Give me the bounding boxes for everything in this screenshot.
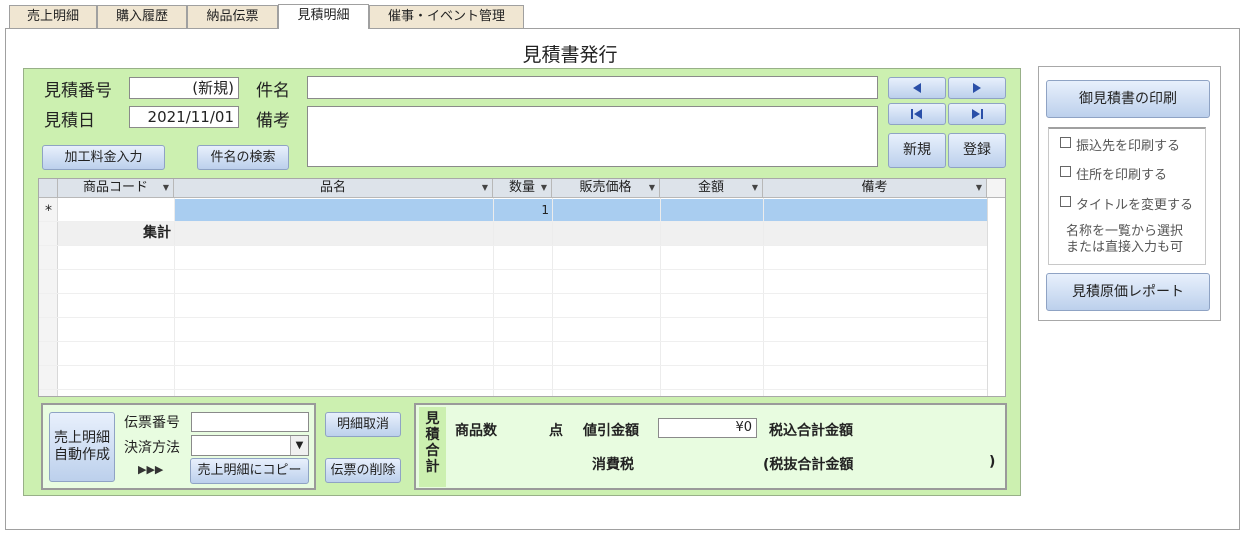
- subject-search-button[interactable]: 件名の検索: [197, 145, 289, 170]
- form-title: 見積書発行: [522, 44, 618, 66]
- slip-no-label: 伝票番号: [124, 415, 180, 431]
- tab-quote-detail[interactable]: 見積明細: [278, 4, 369, 29]
- register-button[interactable]: 登録: [948, 133, 1006, 168]
- triangle-left-icon: [913, 83, 921, 93]
- last-record-icon: [972, 109, 983, 119]
- column-label: 金額: [697, 180, 724, 195]
- first-record-button[interactable]: [888, 103, 946, 125]
- discount-label: 値引金額: [583, 423, 639, 439]
- change-title-label: タイトルを変更する: [1076, 198, 1194, 213]
- table-row-new[interactable]: [174, 199, 987, 221]
- subject-label: 件名: [256, 81, 290, 101]
- total-excl-tax-close: ): [989, 454, 996, 470]
- print-transfer-checkbox[interactable]: [1060, 137, 1071, 148]
- column-header-sale-price[interactable]: 販売価格 ▼: [552, 179, 660, 198]
- prev-record-button[interactable]: [888, 77, 946, 99]
- print-quote-button[interactable]: 御見積書の印刷: [1046, 80, 1210, 118]
- remarks-label: 備考: [256, 111, 290, 131]
- consumption-tax-label: 消費税: [592, 457, 634, 473]
- vertical-char: 見: [425, 411, 440, 427]
- slip-no-field[interactable]: [191, 412, 309, 432]
- vertical-char: 合: [425, 443, 440, 459]
- column-header-product-code[interactable]: 商品コード ▼: [58, 179, 174, 198]
- new-row-marker: *: [45, 203, 52, 219]
- quote-date-field[interactable]: 2021/11/01: [129, 106, 239, 128]
- change-title-checkbox[interactable]: [1060, 196, 1071, 207]
- arrows-indicator: ▶▶▶: [138, 463, 164, 476]
- tab-sales-detail[interactable]: 売上明細: [9, 5, 97, 28]
- item-count-unit: 点: [549, 423, 563, 439]
- column-label: 備考: [861, 180, 888, 195]
- print-address-checkbox[interactable]: [1060, 166, 1071, 177]
- chevron-down-icon: ▼: [481, 183, 488, 192]
- print-transfer-label: 振込先を印刷する: [1076, 139, 1181, 154]
- column-label: 商品コード: [82, 180, 148, 195]
- column-label: 数量: [508, 180, 535, 195]
- first-record-icon: [911, 109, 922, 119]
- tab-delivery-slip[interactable]: 納品伝票: [187, 5, 278, 28]
- cancel-detail-button[interactable]: 明細取消: [325, 412, 401, 437]
- cost-report-button[interactable]: 見積原価レポート: [1046, 273, 1210, 311]
- discount-amount-field[interactable]: ¥0: [658, 418, 757, 438]
- last-record-button[interactable]: [948, 103, 1006, 125]
- vertical-char: 積: [425, 427, 440, 443]
- vertical-char: 計: [425, 459, 440, 475]
- payment-method-select[interactable]: ▼: [191, 435, 309, 456]
- button-label-line1: 売上明細: [54, 430, 110, 446]
- column-header-quantity[interactable]: 数量 ▼: [493, 179, 552, 198]
- chevron-down-icon: ▼: [648, 183, 655, 192]
- column-label: 販売価格: [579, 180, 632, 195]
- note-line2: または直接入力も可: [1066, 240, 1184, 255]
- delete-slip-button[interactable]: 伝票の削除: [325, 458, 401, 483]
- button-label-line2: 自動作成: [54, 447, 110, 463]
- payment-method-label: 決済方法: [124, 440, 180, 456]
- chevron-down-icon[interactable]: ▼: [290, 436, 308, 455]
- print-address-label: 住所を印刷する: [1076, 168, 1168, 183]
- copy-to-sales-button[interactable]: 売上明細にコピー: [190, 458, 309, 484]
- quote-no-label: 見積番号: [44, 81, 112, 101]
- record-selector-column: [39, 198, 58, 396]
- new-button[interactable]: 新規: [888, 133, 946, 168]
- quote-no-field[interactable]: (新規): [129, 77, 239, 99]
- quote-total-vertical-label: 見 積 合 計: [419, 407, 446, 487]
- column-label: 品名: [319, 180, 346, 195]
- quote-detail-grid[interactable]: 商品コード ▼ 品名 ▼ 数量 ▼ 販売価格 ▼ 金額 ▼ 備考 ▼ * 1 集計: [38, 178, 1006, 397]
- chevron-down-icon: ▼: [751, 183, 758, 192]
- new-row-quantity[interactable]: 1: [493, 199, 549, 221]
- grid-corner: [39, 179, 58, 198]
- item-count-label: 商品数: [455, 423, 497, 439]
- chevron-down-icon: ▼: [540, 183, 547, 192]
- total-excl-tax-label: (税抜合計金額: [763, 457, 854, 473]
- grid-scroll-spacer: [987, 179, 1005, 198]
- quote-total-panel: [414, 403, 1007, 490]
- column-header-amount[interactable]: 金額 ▼: [660, 179, 763, 198]
- quote-date-label: 見積日: [44, 111, 95, 131]
- total-incl-tax-label: 税込合計金額: [769, 423, 853, 439]
- triangle-right-icon: [973, 83, 981, 93]
- tab-event-management[interactable]: 催事・イベント管理: [369, 5, 524, 28]
- next-record-button[interactable]: [948, 77, 1006, 99]
- table-row-summary: [58, 221, 987, 245]
- subject-field[interactable]: [307, 76, 878, 99]
- chevron-down-icon: ▼: [975, 183, 982, 192]
- summary-label: 集計: [143, 225, 171, 241]
- remarks-field[interactable]: [307, 106, 878, 167]
- column-header-item-name[interactable]: 品名 ▼: [174, 179, 493, 198]
- auto-create-sales-button[interactable]: 売上明細 自動作成: [49, 412, 115, 482]
- chevron-down-icon: ▼: [162, 183, 169, 192]
- tab-purchase-history[interactable]: 購入履歴: [97, 5, 187, 28]
- processing-fee-button[interactable]: 加工料金入力: [42, 145, 165, 170]
- column-header-remarks[interactable]: 備考 ▼: [763, 179, 987, 198]
